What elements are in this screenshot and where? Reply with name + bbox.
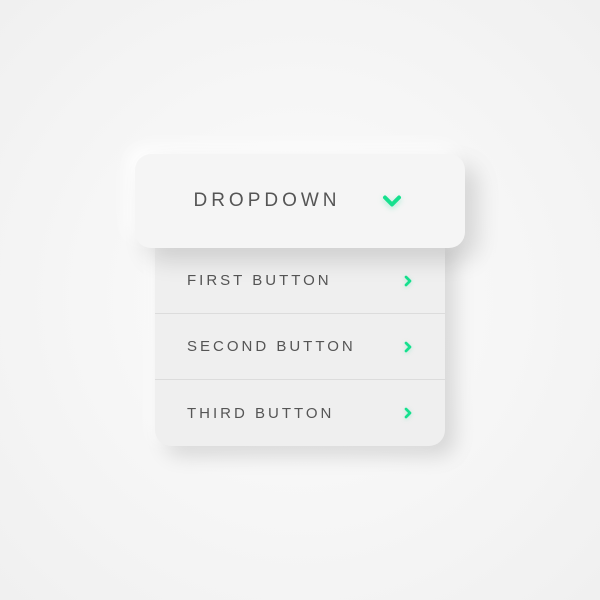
menu-item-label: SECOND BUTTON bbox=[187, 338, 356, 355]
menu-item-third[interactable]: THIRD BUTTON bbox=[155, 380, 445, 446]
chevron-down-icon bbox=[377, 186, 407, 216]
dropdown-widget: DROPDOWN FIRST BUTTON SECOND BUTTON bbox=[135, 154, 465, 446]
menu-item-first[interactable]: FIRST BUTTON bbox=[155, 248, 445, 314]
dropdown-toggle[interactable]: DROPDOWN bbox=[135, 154, 465, 248]
menu-item-second[interactable]: SECOND BUTTON bbox=[155, 314, 445, 380]
dropdown-label: DROPDOWN bbox=[193, 190, 340, 212]
dropdown-menu: FIRST BUTTON SECOND BUTTON THIRD BUTTON bbox=[155, 234, 445, 446]
menu-item-label: THIRD BUTTON bbox=[187, 405, 334, 422]
chevron-right-icon bbox=[399, 404, 417, 422]
chevron-right-icon bbox=[399, 272, 417, 290]
menu-item-label: FIRST BUTTON bbox=[187, 272, 332, 289]
chevron-right-icon bbox=[399, 338, 417, 356]
